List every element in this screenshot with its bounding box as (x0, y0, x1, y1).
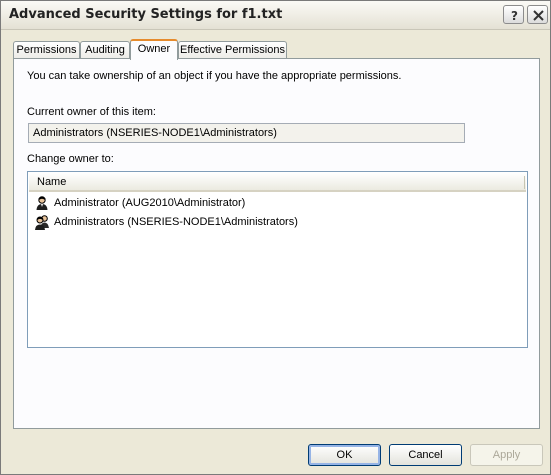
svg-text:?: ? (511, 9, 518, 23)
list-item-label: Administrators (NSERIES-NODE1\Administra… (54, 216, 298, 228)
tab-effective-permissions[interactable]: Effective Permissions (178, 41, 287, 59)
apply-button[interactable]: Apply (470, 444, 543, 466)
tab-owner[interactable]: Owner (130, 39, 178, 60)
close-button[interactable] (527, 5, 548, 24)
list-item-label: Administrator (AUG2010\Administrator) (54, 197, 246, 209)
question-mark-icon: ? (511, 9, 518, 23)
list-item[interactable]: Administrator (AUG2010\Administrator) (34, 194, 514, 212)
advanced-security-dialog: Advanced Security Settings for f1.txt ? … (0, 0, 551, 475)
column-header-label: Name (37, 176, 67, 188)
help-button[interactable]: ? (503, 5, 524, 24)
ok-button[interactable]: OK (308, 444, 381, 466)
column-divider[interactable] (524, 176, 525, 189)
list-item[interactable]: Administrators (NSERIES-NODE1\Administra… (34, 213, 514, 231)
group-icon (35, 215, 49, 230)
user-icon (36, 196, 48, 210)
current-owner-label: Current owner of this item: (27, 106, 156, 118)
change-owner-label: Change owner to: (27, 153, 114, 165)
change-owner-list[interactable]: Name Administrator (AUG2010\Administrato… (27, 171, 528, 348)
tab-permissions[interactable]: Permissions (13, 41, 80, 59)
tab-auditing[interactable]: Auditing (80, 41, 130, 59)
window-title: Advanced Security Settings for f1.txt (9, 7, 283, 22)
close-x-icon (533, 10, 544, 21)
title-bar[interactable]: Advanced Security Settings for f1.txt ? (1, 1, 550, 30)
column-header-name[interactable]: Name (29, 173, 526, 192)
intro-text: You can take ownership of an object if y… (27, 70, 402, 82)
current-owner-field: Administrators (NSERIES-NODE1\Administra… (28, 123, 465, 143)
cancel-button[interactable]: Cancel (389, 444, 462, 466)
